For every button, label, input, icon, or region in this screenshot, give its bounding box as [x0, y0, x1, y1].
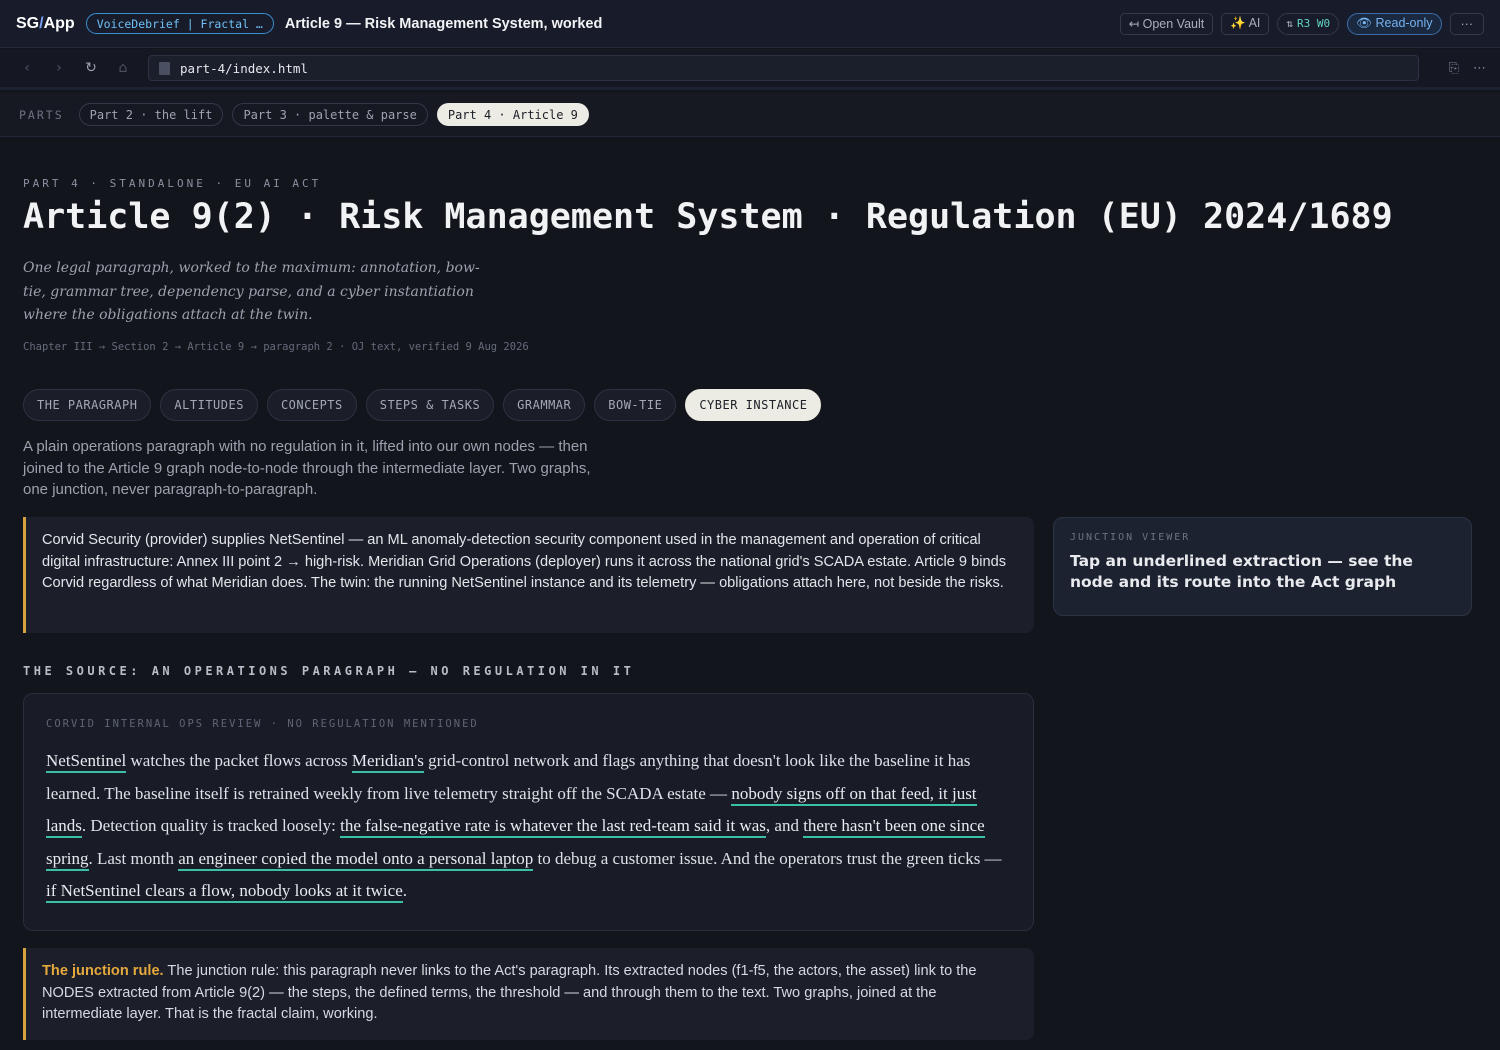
- source-text: .: [402, 881, 408, 900]
- file-icon: [159, 61, 170, 75]
- parts-nav: PARTS Part 2 · the lift Part 3 · palette…: [0, 93, 1500, 137]
- project-selector[interactable]: VoiceDebrief | Fractal …: [85, 13, 274, 34]
- source-card-label: CORVID INTERNAL OPS REVIEW · NO REGULATI…: [46, 718, 479, 730]
- section-tabs: THE PARAGRAPH ALTITUDES CONCEPTS STEPS &…: [23, 389, 822, 421]
- source-text: watches the packet flows across: [126, 751, 352, 770]
- junction-viewer: JUNCTION VIEWER Tap an underlined extrac…: [1053, 517, 1472, 616]
- source-text: , and: [765, 816, 804, 835]
- browser-actions: ⎘ ⋯: [1449, 61, 1486, 76]
- sync-counts: R3 W0: [1297, 17, 1331, 30]
- junction-rule-lead: The junction rule.: [42, 963, 164, 979]
- address-bar[interactable]: part-4/index.html: [148, 55, 1419, 81]
- tab-concepts[interactable]: CONCEPTS: [266, 389, 357, 421]
- page-subtitle: One legal paragraph, worked to the maxim…: [23, 260, 480, 323]
- browser-toolbar: ‹ › ↻ ⌂ part-4/index.html ⎘ ⋯: [0, 49, 1500, 90]
- app-bar: SG/App VoiceDebrief | Fractal … Article …: [0, 0, 1500, 48]
- tab-grammar[interactable]: GRAMMAR: [503, 389, 586, 421]
- breadcrumb: Chapter III → Section 2 → Article 9 → pa…: [23, 341, 529, 353]
- tab-cyber-instance[interactable]: CYBER INSTANCE: [685, 389, 822, 421]
- appbar-actions: ↤ Open Vault ✨ AI ⇅ R3 W0 👁 Read-only ···: [1119, 12, 1484, 35]
- home-icon[interactable]: ⌂: [110, 56, 136, 80]
- address-url: part-4/index.html: [180, 60, 308, 76]
- tab-steps-tasks[interactable]: STEPS & TASKS: [365, 389, 495, 421]
- extraction-f2[interactable]: the false-negative rate is whatever the …: [340, 816, 766, 838]
- junction-rule-callout: The junction rule. The junction rule: th…: [23, 948, 1034, 1040]
- back-icon[interactable]: ‹: [14, 56, 40, 80]
- extraction-f5[interactable]: if NetSentinel clears a flow, nobody loo…: [46, 881, 403, 903]
- tab-the-paragraph[interactable]: THE PARAGRAPH: [23, 389, 152, 421]
- open-vault-button[interactable]: ↤ Open Vault: [1119, 12, 1214, 35]
- document-title: Article 9 — Risk Management System, work…: [284, 15, 603, 32]
- source-text: . Last month: [88, 848, 179, 868]
- section-lede: A plain operations paragraph with no reg…: [23, 438, 591, 498]
- reload-icon[interactable]: ↻: [78, 56, 104, 80]
- ai-button[interactable]: ✨ AI: [1221, 12, 1270, 35]
- browser-more-icon[interactable]: ⋯: [1473, 61, 1486, 76]
- brand-right: App: [43, 14, 75, 32]
- read-only-toggle[interactable]: 👁 Read-only: [1347, 12, 1442, 35]
- more-menu-button[interactable]: ···: [1449, 12, 1484, 35]
- source-text: . Detection quality is tracked loosely:: [81, 816, 341, 835]
- sync-icon: ⇅: [1286, 17, 1294, 30]
- junction-viewer-prompt: Tap an underlined extraction — see the n…: [1070, 552, 1413, 591]
- source-paragraph: NetSentinel watches the packet flows acr…: [46, 745, 1011, 908]
- extraction-f4[interactable]: an engineer copied the model onto a pers…: [178, 848, 534, 871]
- source-text: to debug a customer issue. And the opera…: [533, 848, 1002, 868]
- part-tab-3[interactable]: Part 3 · palette & parse: [232, 103, 428, 126]
- page-eyebrow: PART 4 · STANDALONE · EU AI ACT: [23, 177, 322, 190]
- source-paragraph-card: CORVID INTERNAL OPS REVIEW · NO REGULATI…: [23, 693, 1034, 931]
- junction-viewer-label: JUNCTION VIEWER: [1070, 532, 1191, 543]
- extraction-deployer[interactable]: Meridian's: [351, 751, 424, 773]
- part-tab-2[interactable]: Part 2 · the lift: [78, 103, 224, 126]
- junction-rule-text: The junction rule: this paragraph never …: [42, 963, 977, 1022]
- scenario-callout: Corvid Security (provider) supplies NetS…: [23, 517, 1034, 633]
- copy-icon[interactable]: ⎘: [1449, 61, 1459, 76]
- source-heading: THE SOURCE: AN OPERATIONS PARAGRAPH — NO…: [23, 664, 635, 678]
- parts-label: PARTS: [19, 107, 64, 122]
- tab-bow-tie[interactable]: BOW-TIE: [594, 389, 677, 421]
- sync-status-badge[interactable]: ⇅ R3 W0: [1277, 12, 1340, 35]
- tab-altitudes[interactable]: ALTITUDES: [160, 389, 258, 421]
- extraction-asset[interactable]: NetSentinel: [46, 751, 127, 773]
- app-brand[interactable]: SG/App: [16, 15, 75, 33]
- forward-icon[interactable]: ›: [46, 56, 72, 80]
- brand-left: SG: [16, 14, 40, 32]
- page-title: Article 9(2) · Risk Management System · …: [23, 197, 1393, 237]
- part-tab-4[interactable]: Part 4 · Article 9: [436, 103, 589, 126]
